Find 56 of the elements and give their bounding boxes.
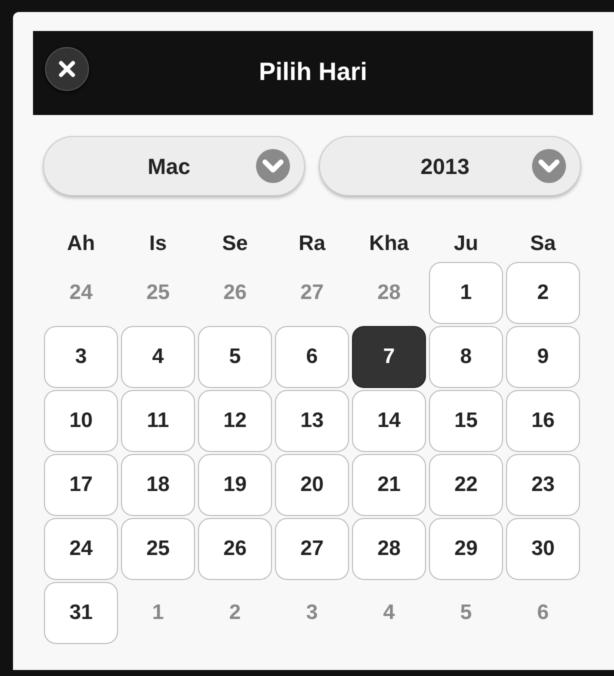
day-button[interactable]: 23 — [506, 454, 580, 516]
day-button[interactable]: 27 — [275, 518, 349, 580]
day-button[interactable]: 9 — [506, 326, 580, 388]
day-button[interactable]: 3 — [44, 326, 118, 388]
year-select[interactable]: 2013 — [319, 136, 581, 196]
day-button[interactable]: 14 — [352, 390, 426, 452]
weekday-label: Kha — [369, 231, 409, 257]
chevron-down-icon — [532, 149, 566, 183]
other-month-day: 25 — [146, 276, 170, 308]
weekday-label: Se — [222, 231, 248, 257]
other-month-day: 24 — [69, 276, 93, 308]
day-button[interactable]: 22 — [429, 454, 503, 516]
other-month-day: 28 — [377, 276, 401, 308]
day-button[interactable]: 13 — [275, 390, 349, 452]
other-month-day: 1 — [152, 596, 164, 628]
other-month-day: 4 — [383, 596, 395, 628]
day-button[interactable]: 10 — [44, 390, 118, 452]
other-month-day: 3 — [306, 596, 318, 628]
weekday-label: Ra — [298, 231, 326, 257]
day-button[interactable]: 16 — [506, 390, 580, 452]
other-month-day: 2 — [229, 596, 241, 628]
day-button[interactable]: 2 — [506, 262, 580, 324]
other-month-day: 27 — [300, 276, 324, 308]
month-select[interactable]: Mac — [43, 136, 305, 196]
chevron-down-icon — [256, 149, 290, 183]
day-button[interactable]: 7 — [352, 326, 426, 388]
dialog-title: Pilih Hari — [258, 57, 368, 88]
day-button[interactable]: 12 — [198, 390, 272, 452]
day-button[interactable]: 31 — [44, 582, 118, 644]
weekday-label: Sa — [530, 231, 556, 257]
day-button[interactable]: 19 — [198, 454, 272, 516]
day-button[interactable]: 4 — [121, 326, 195, 388]
day-button[interactable]: 11 — [121, 390, 195, 452]
day-button[interactable]: 28 — [352, 518, 426, 580]
day-button[interactable]: 25 — [121, 518, 195, 580]
day-button[interactable]: 30 — [506, 518, 580, 580]
weekday-label: Ah — [67, 231, 95, 257]
day-button[interactable]: 1 — [429, 262, 503, 324]
day-button[interactable]: 20 — [275, 454, 349, 516]
weekday-label: Is — [149, 231, 167, 257]
day-button[interactable]: 24 — [44, 518, 118, 580]
day-button[interactable]: 21 — [352, 454, 426, 516]
day-button[interactable]: 6 — [275, 326, 349, 388]
close-button[interactable] — [45, 47, 89, 91]
day-button[interactable]: 8 — [429, 326, 503, 388]
day-button[interactable]: 26 — [198, 518, 272, 580]
day-button[interactable]: 15 — [429, 390, 503, 452]
other-month-day: 26 — [223, 276, 247, 308]
day-button[interactable]: 5 — [198, 326, 272, 388]
weekday-label: Ju — [454, 231, 478, 257]
day-button[interactable]: 18 — [121, 454, 195, 516]
day-button[interactable]: 29 — [429, 518, 503, 580]
other-month-day: 5 — [460, 596, 472, 628]
other-month-day: 6 — [537, 596, 549, 628]
day-button[interactable]: 17 — [44, 454, 118, 516]
close-icon — [56, 58, 78, 80]
